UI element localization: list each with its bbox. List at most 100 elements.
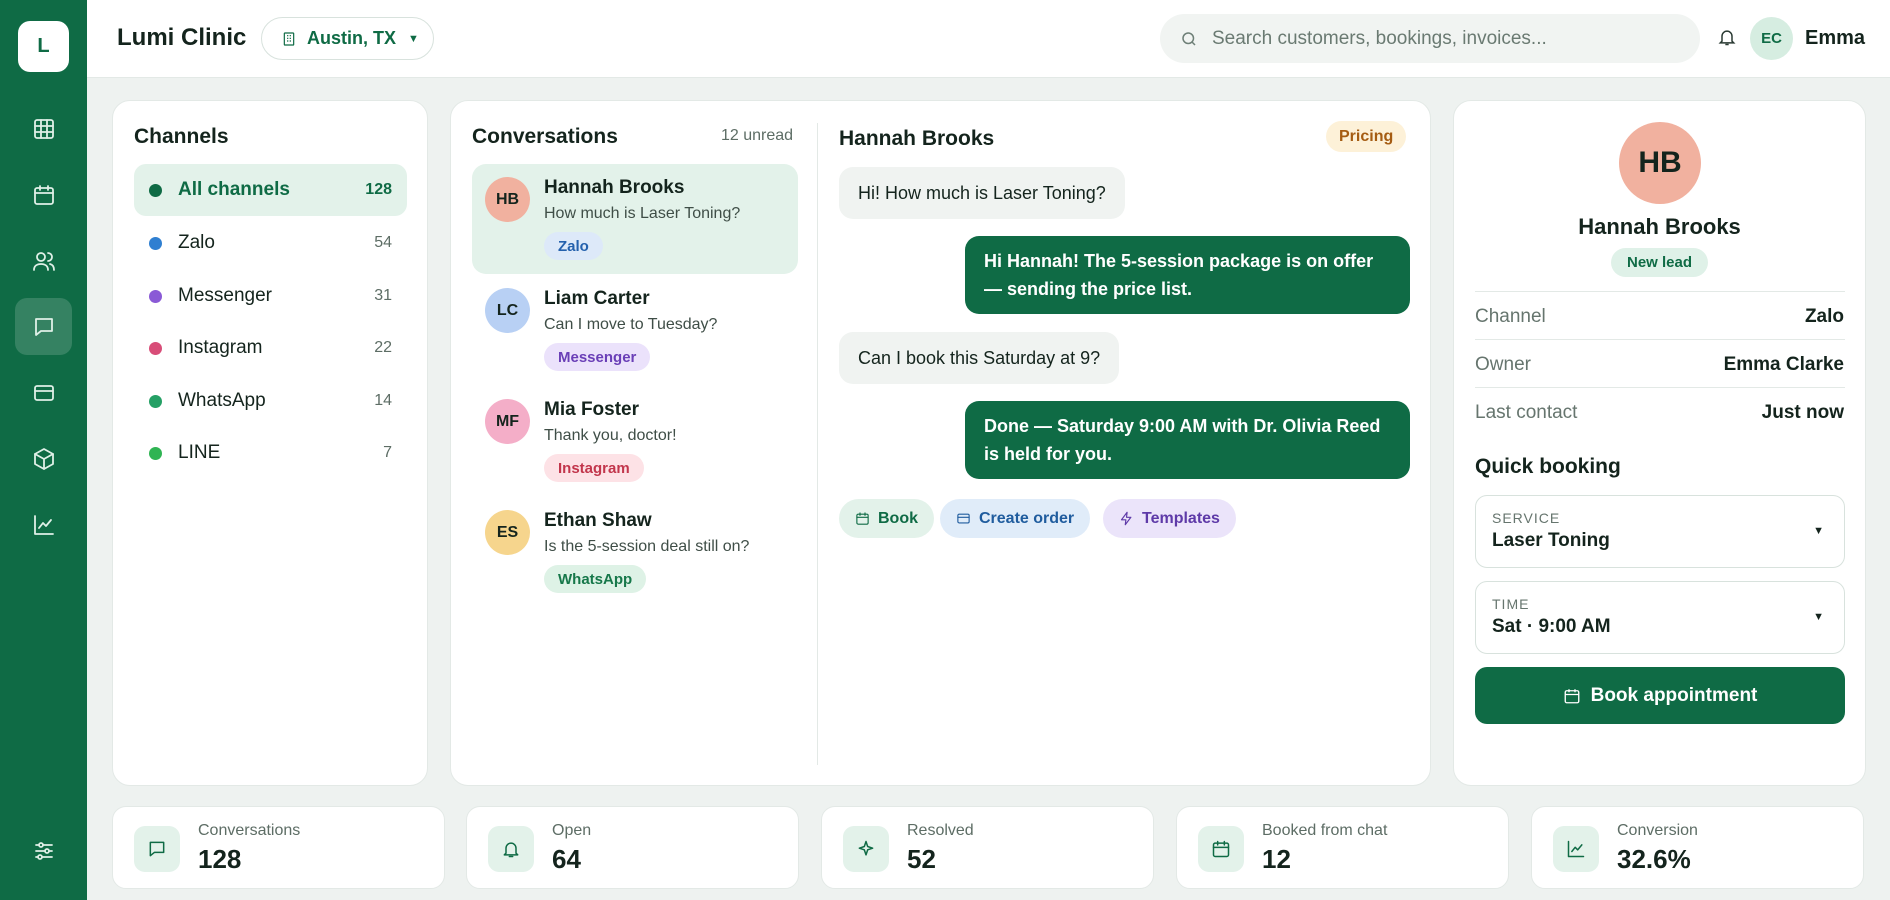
stat-label: Conversations <box>198 822 301 839</box>
stat-card-open: Open 64 <box>466 806 799 889</box>
topic-badge[interactable]: Pricing <box>1326 121 1407 152</box>
action-label: Create order <box>979 509 1075 527</box>
service-select[interactable]: SERVICE Laser Toning ▼ <box>1475 495 1845 568</box>
channel-name: LINE <box>178 442 221 463</box>
stat-label: Resolved <box>907 822 974 839</box>
channel-count: 7 <box>383 444 392 461</box>
chevron-down-icon: ▼ <box>408 32 419 45</box>
channel-dot <box>149 394 162 408</box>
chevron-down-icon: ▼ <box>1813 611 1824 623</box>
channel-item-all[interactable]: All channels 128 <box>134 164 407 216</box>
conversation-item[interactable]: HB Hannah Brooks How much is Laser Tonin… <box>472 164 798 274</box>
nav-reports[interactable] <box>15 496 72 553</box>
bell-icon <box>488 826 534 872</box>
nav-calendar[interactable] <box>15 166 72 223</box>
conversation-preview: Can I move to Tuesday? <box>544 316 718 333</box>
avatar: LC <box>485 288 530 333</box>
create-order-button[interactable]: Create order <box>940 499 1091 538</box>
app-logo[interactable]: L <box>18 21 69 72</box>
field-label: Last contact <box>1475 402 1578 423</box>
nav-billing[interactable] <box>15 364 72 421</box>
status-badge: New lead <box>1611 248 1708 277</box>
calendar-icon <box>1564 688 1580 703</box>
card-icon <box>33 384 54 401</box>
channel-item-whatsapp[interactable]: WhatsApp 14 <box>134 375 407 427</box>
nav-dashboard[interactable] <box>15 100 72 157</box>
channel-item-zalo[interactable]: Zalo 54 <box>134 217 407 269</box>
conversation-name: Hannah Brooks <box>544 177 685 198</box>
stat-value: 64 <box>552 844 581 874</box>
book-action-button[interactable]: Book <box>839 499 934 538</box>
channel-item-messenger[interactable]: Messenger 31 <box>134 270 407 322</box>
service-label: SERVICE <box>1492 510 1561 526</box>
channel-name: Instagram <box>178 337 263 358</box>
grid-icon <box>33 118 54 139</box>
channels-title: Channels <box>134 125 229 148</box>
global-search[interactable] <box>1160 14 1700 63</box>
stat-value: 12 <box>1262 844 1291 874</box>
time-select[interactable]: TIME Sat · 9:00 AM ▼ <box>1475 581 1845 654</box>
chat-contact-name: Hannah Brooks <box>839 127 995 150</box>
search-input[interactable] <box>1212 27 1682 50</box>
nav-conversations[interactable] <box>15 298 72 355</box>
message-outgoing: Done — Saturday 9:00 AM with Dr. Olivia … <box>965 401 1410 479</box>
users-icon <box>32 251 55 271</box>
book-appointment-button[interactable]: Book appointment <box>1475 667 1845 724</box>
conversation-preview: Is the 5-session deal still on? <box>544 538 750 555</box>
nav-customers[interactable] <box>15 232 72 289</box>
channel-name: All channels <box>178 179 290 200</box>
field-value: Zalo <box>1804 306 1844 327</box>
unread-count: 12 unread <box>721 127 794 144</box>
avatar: HB <box>485 177 530 222</box>
user-avatar[interactable]: EC <box>1750 17 1793 60</box>
panel-divider <box>817 123 818 765</box>
channel-item-line[interactable]: LINE 7 <box>134 427 407 479</box>
nav-inventory[interactable] <box>15 430 72 487</box>
channel-dot <box>149 236 162 250</box>
channel-tag: Zalo <box>544 232 603 260</box>
profile-avatar: HB <box>1619 122 1701 204</box>
notifications-button[interactable] <box>1717 27 1739 49</box>
channel-dot <box>149 341 162 355</box>
channel-name: WhatsApp <box>178 390 266 411</box>
nav-settings[interactable] <box>15 822 72 879</box>
conversation-item[interactable]: MF Mia Foster Thank you, doctor! Instagr… <box>472 386 798 496</box>
templates-button[interactable]: Templates <box>1103 499 1236 538</box>
stat-label: Booked from chat <box>1262 822 1388 839</box>
channel-count: 22 <box>374 339 392 356</box>
conversation-item[interactable]: LC Liam Carter Can I move to Tuesday? Me… <box>472 275 798 385</box>
box-icon <box>33 447 54 470</box>
user-name[interactable]: Emma <box>1805 27 1865 50</box>
channel-name: Messenger <box>178 285 272 306</box>
conversation-name: Mia Foster <box>544 399 640 420</box>
stat-card-booked: Booked from chat 12 <box>1176 806 1509 889</box>
stat-card-conversations: Conversations 128 <box>112 806 445 889</box>
stat-value: 32.6% <box>1617 844 1691 874</box>
stat-card-conversion: Conversion 32.6% <box>1531 806 1864 889</box>
channel-count: 31 <box>374 287 392 304</box>
divider <box>1475 291 1845 292</box>
channel-item-instagram[interactable]: Instagram 22 <box>134 322 407 374</box>
conversation-item[interactable]: ES Ethan Shaw Is the 5-session deal stil… <box>472 497 798 607</box>
book-appointment-label: Book appointment <box>1590 684 1758 706</box>
channel-dot <box>149 289 162 303</box>
field-label: Channel <box>1475 306 1546 327</box>
sidebar: L <box>0 0 87 900</box>
bell-icon <box>1718 30 1736 46</box>
channel-name: Zalo <box>178 232 215 253</box>
calendar-icon <box>1198 826 1244 872</box>
conversations-title: Conversations <box>472 125 618 148</box>
settings-sliders-icon <box>34 841 53 860</box>
chevron-down-icon: ▼ <box>1813 525 1824 537</box>
analytics-icon <box>1553 826 1599 872</box>
chat-icon <box>34 317 53 336</box>
conversation-name: Liam Carter <box>544 288 650 309</box>
channel-tag: Instagram <box>544 454 644 482</box>
avatar: MF <box>485 399 530 444</box>
analytics-icon <box>33 514 54 535</box>
calendar-icon <box>33 184 54 205</box>
conversation-preview: How much is Laser Toning? <box>544 205 741 222</box>
channel-dot <box>149 183 162 197</box>
calendar-icon <box>856 512 869 525</box>
location-switcher[interactable]: Austin, TX ▼ <box>261 17 434 60</box>
